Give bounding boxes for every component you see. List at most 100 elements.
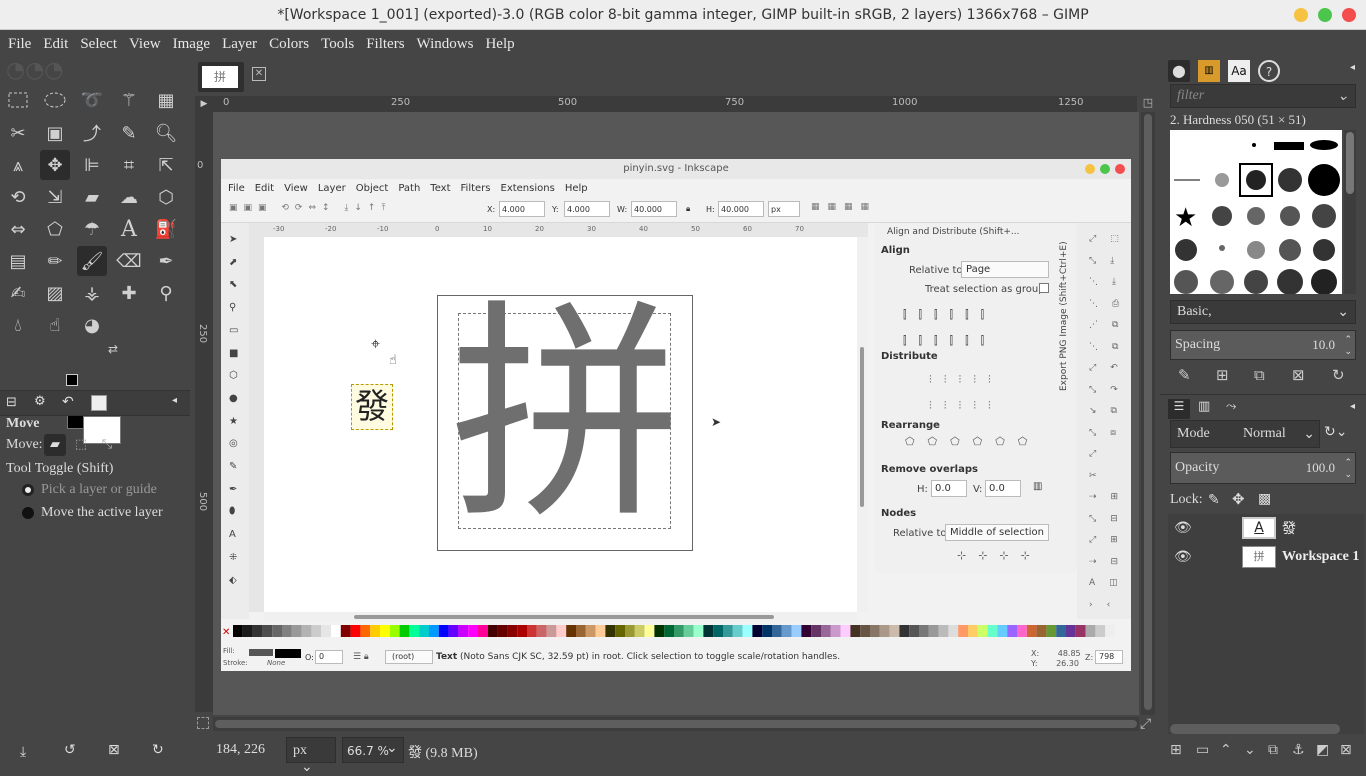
new-layer-icon[interactable]: ⊞ — [1170, 742, 1182, 758]
navigate-icon[interactable]: ⤢ — [1140, 716, 1151, 732]
swap-colors-icon[interactable]: ⇄ — [108, 342, 118, 356]
vertical-ruler[interactable]: 0 250 500 — [195, 112, 213, 712]
close-image-icon[interactable]: ✕ — [252, 67, 266, 81]
close-button[interactable] — [1342, 8, 1356, 22]
rotate-icon[interactable]: ⟲ — [3, 182, 33, 212]
layer-mode-select[interactable]: Mode Normal ⌄ — [1170, 420, 1320, 448]
lasso-icon[interactable]: ➰ — [77, 85, 107, 115]
new-group-icon[interactable]: ▭ — [1196, 742, 1209, 758]
scissors-icon[interactable]: ✂ — [3, 118, 33, 148]
lock-position-icon[interactable]: ✥ — [1232, 490, 1245, 508]
move-layer-button[interactable]: ▰ — [44, 434, 66, 456]
mask-layer-icon[interactable]: ◩ — [1316, 742, 1329, 758]
measure-icon[interactable]: ⩓ — [3, 150, 33, 180]
perspective-icon[interactable]: ⬡ — [151, 182, 181, 212]
foreground-select-icon[interactable]: ▣ — [40, 118, 70, 148]
airbrush-icon[interactable]: ✒ — [151, 246, 181, 276]
paintbrush-icon[interactable]: 🖌︎ — [77, 246, 107, 276]
dock-menu-icon[interactable]: ◂ — [172, 395, 177, 406]
layer-row[interactable]: 👁︎ 拼 Workspace 1 — [1168, 543, 1364, 571]
move-active-layer-radio[interactable] — [22, 507, 34, 519]
paths-tab-icon[interactable]: ⤳ — [1226, 399, 1236, 414]
ruler-corner[interactable]: ▶ — [195, 96, 213, 112]
rect-select-icon[interactable] — [3, 85, 33, 115]
menu-layer[interactable]: Layer — [216, 30, 263, 58]
color-picker-icon[interactable]: ✎ — [114, 118, 144, 148]
save-options-icon[interactable]: ⤓ — [20, 744, 26, 760]
brush-scrollbar[interactable] — [1344, 130, 1356, 294]
pick-layer-radio[interactable] — [22, 484, 34, 496]
align-icon[interactable]: ⊫ — [77, 150, 107, 180]
cage-icon[interactable]: ⬠ — [40, 214, 70, 244]
quick-mask-toggle[interactable] — [197, 717, 209, 729]
pencil-icon[interactable]: ✏ — [40, 246, 70, 276]
menu-tools[interactable]: Tools — [315, 30, 360, 58]
menu-colors[interactable]: Colors — [263, 30, 315, 58]
device-status-tab-icon[interactable]: ⚙ — [34, 394, 46, 409]
composite-mode-icon[interactable]: ↻⌄ — [1324, 424, 1347, 440]
move-tool-icon[interactable]: ✥ — [40, 150, 70, 180]
lock-alpha-icon[interactable]: ▩ — [1258, 491, 1271, 507]
layer-name[interactable]: Workspace 1 — [1282, 549, 1359, 565]
restore-options-icon[interactable]: ↺ — [64, 742, 76, 758]
refresh-brushes-icon[interactable]: ↻ — [1332, 366, 1345, 384]
layers-hscroll[interactable] — [1170, 724, 1340, 734]
move-path-button[interactable]: ⤡ — [96, 434, 118, 456]
layer-row[interactable]: 👁︎ A 發 — [1168, 514, 1364, 542]
fuzzy-select-icon[interactable]: ⚚ — [114, 85, 144, 115]
shear-icon[interactable]: ▰ — [77, 182, 107, 212]
images-tab-icon[interactable] — [91, 395, 107, 411]
duplicate-layer-icon[interactable]: ⧉ — [1268, 742, 1278, 758]
default-colors-icon[interactable] — [66, 374, 78, 386]
raise-layer-icon[interactable]: ⌃ — [1220, 742, 1232, 758]
menu-image[interactable]: Image — [167, 30, 216, 58]
menu-windows[interactable]: Windows — [411, 30, 480, 58]
crop-icon[interactable]: ⌗ — [114, 150, 144, 180]
tool-options-tab-icon[interactable]: ⊟ — [6, 395, 17, 410]
brushes-tab-icon[interactable]: ⬤ — [1168, 60, 1190, 82]
undo-history-tab-icon[interactable]: ↶ — [62, 394, 74, 410]
unit-select[interactable]: px ⌄ — [286, 737, 336, 775]
patterns-tab-icon[interactable]: ▥ — [1198, 60, 1220, 82]
flip-icon[interactable]: ⇔ — [3, 214, 33, 244]
text-tool-icon[interactable]: A — [114, 214, 144, 244]
pick-layer-label[interactable]: Pick a layer or guide — [41, 482, 157, 498]
opacity-slider[interactable]: Opacity 100.0 ⌃ ⌄ — [1170, 452, 1356, 484]
layers-tab-icon[interactable]: ☰ — [1168, 399, 1190, 419]
help-tab-icon[interactable]: ? — [1258, 60, 1280, 82]
delete-layer-icon[interactable]: ⊠ — [1340, 742, 1352, 758]
lock-pixels-icon[interactable]: ✎ — [1208, 492, 1220, 508]
menu-view[interactable]: View — [123, 30, 167, 58]
heal-icon[interactable]: ✚ — [114, 278, 144, 308]
lower-layer-icon[interactable]: ⌄ — [1244, 742, 1256, 758]
menu-file[interactable]: File — [2, 30, 37, 58]
mypaint-brush-icon[interactable]: ▨ — [40, 278, 70, 308]
smudge-icon[interactable]: ☝ — [40, 310, 70, 340]
visibility-eye-icon[interactable]: 👁︎ — [1174, 520, 1192, 536]
gradient-icon[interactable]: ▤ — [3, 246, 33, 276]
color-select-icon[interactable]: ▦ — [151, 85, 181, 115]
vertical-scrollbar[interactable] — [1141, 112, 1155, 715]
menu-select[interactable]: Select — [74, 30, 123, 58]
menu-help[interactable]: Help — [479, 30, 520, 58]
duplicate-brush-icon[interactable]: ⧉ — [1254, 366, 1265, 384]
move-selection-button[interactable]: ⬚ — [70, 434, 92, 456]
brush-filter-input[interactable]: filter ⌄ — [1170, 84, 1356, 108]
edit-brush-icon[interactable]: ✎ — [1178, 366, 1191, 384]
horizontal-ruler[interactable]: 0 250 500 750 1000 1250 — [213, 96, 1137, 112]
clone-icon[interactable]: ⚶ — [77, 278, 107, 308]
brush-grid[interactable]: ★ — [1170, 130, 1342, 295]
menu-filters[interactable]: Filters — [360, 30, 410, 58]
reset-options-icon[interactable]: ↻ — [152, 742, 164, 758]
paths-icon[interactable]: ⤴ — [77, 118, 107, 148]
warp-icon[interactable]: ☁ — [114, 182, 144, 212]
dodge-burn-icon[interactable]: ◕ — [77, 310, 107, 340]
unified-transform-icon[interactable]: ⇱ — [151, 150, 181, 180]
zoom-fit-icon[interactable]: ◳ — [1140, 96, 1156, 112]
dock-menu-icon[interactable]: ◂ — [1350, 62, 1355, 73]
image-tab-thumbnail[interactable]: 拼 — [198, 62, 244, 92]
layer-name[interactable]: 發 — [1282, 518, 1296, 538]
horizontal-scrollbar[interactable] — [213, 717, 1139, 731]
maximize-button[interactable] — [1318, 8, 1332, 22]
smudge-warp-icon[interactable]: ☂ — [77, 214, 107, 244]
